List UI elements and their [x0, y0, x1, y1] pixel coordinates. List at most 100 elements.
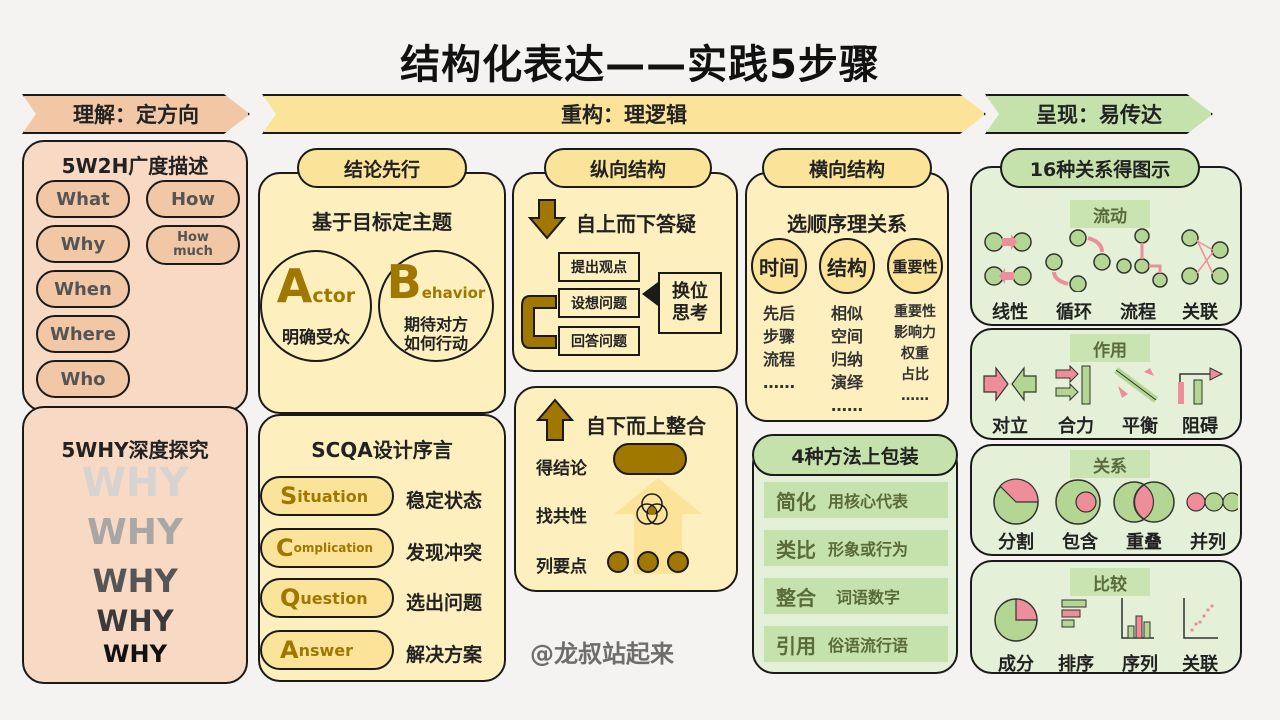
structure-item: 相似 — [830, 304, 863, 323]
scqa-question: Question — [260, 578, 394, 618]
association-label-1: 关联 — [1182, 302, 1218, 323]
w5h2-how-much: How much — [146, 225, 240, 265]
scqa-panel: SCQA设计序言 Situation 稳定状态 Complication 发现冲… — [258, 414, 506, 682]
scqa-situation-desc: 稳定状态 — [406, 490, 483, 512]
scqa-c-initial: C — [276, 534, 294, 562]
package-key: 引用 — [776, 633, 816, 658]
linear-label: 线性 — [992, 302, 1028, 323]
packaging-title: 4种方法上包装 — [752, 434, 958, 476]
resultant-force-label: 合力 — [1058, 416, 1094, 437]
behavior-desc-1: 期待对方 — [403, 314, 468, 334]
opposition-label: 对立 — [992, 416, 1028, 437]
importance-circle: 重要性 — [887, 238, 943, 294]
composition-icon — [994, 598, 1038, 642]
force-icons — [983, 364, 1224, 405]
sequence-icon — [1121, 598, 1154, 639]
scqa-q-initial: Q — [280, 584, 301, 612]
conclusion-panel: 基于目标定主题 Actor 明确受众 Behavior 期待对方 如何行动 — [258, 172, 506, 414]
scqa-c-rest: omplication — [293, 541, 374, 555]
parallel-icon — [1186, 492, 1238, 512]
conclusion-title-tab: 结论先行 — [297, 148, 467, 188]
linear-icon — [984, 232, 1032, 286]
relation-group-panel: 关系 分割 包含 重叠 并列 — [970, 444, 1242, 556]
scqa-a-rest: nswer — [298, 640, 354, 660]
w5h2-who: Who — [36, 360, 130, 398]
scqa-situation: Situation — [260, 476, 394, 516]
force-group-panel: 作用 对立 合力 平衡 阻碍 — [970, 328, 1242, 440]
integration-diagram-icon — [607, 443, 702, 574]
obstacle-label: 阻碍 — [1182, 416, 1218, 437]
w5h2-when: When — [36, 270, 130, 308]
contain-icon — [1055, 479, 1101, 525]
parallel-label: 并列 — [1190, 532, 1226, 553]
scqa-answer-desc: 解决方案 — [406, 644, 483, 666]
w5h2-title: 5W2H广度描述 — [61, 154, 209, 178]
relation-icons — [993, 478, 1238, 525]
structure-item: 演绎 — [830, 373, 863, 392]
behavior-circle: Behavior 期待对方 如何行动 — [378, 250, 494, 362]
correlation-label: 关联 — [1182, 654, 1218, 675]
package-row-simplify: 简化 用核心代表 — [764, 482, 948, 518]
flow-group-panel: 流动 线性 循环 流程 关联 — [970, 166, 1242, 326]
balance-icon — [1113, 367, 1159, 403]
package-row-quote: 引用 俗语流行语 — [764, 626, 948, 662]
package-value: 用核心代表 — [828, 492, 909, 511]
cycle-icon — [1045, 229, 1111, 292]
why-level-1: WHY — [81, 460, 189, 506]
w5h2-where: Where — [36, 315, 130, 353]
package-key: 简化 — [776, 489, 816, 514]
scqa-s-rest: ituation — [297, 486, 369, 506]
ranking-icon — [1061, 599, 1087, 628]
opposition-icon — [983, 366, 1037, 402]
compare-group-label: 比较 — [1070, 568, 1150, 596]
why5-title: 5WHY深度探究 — [61, 438, 209, 462]
why-level-5: WHY — [103, 640, 167, 668]
time-item: 流程 — [762, 350, 795, 369]
scqa-s-initial: S — [280, 482, 298, 510]
step-present-label: 呈现：易传达 — [1036, 103, 1162, 127]
structure-item: 归纳 — [830, 350, 863, 369]
package-key: 整合 — [776, 585, 816, 610]
package-value: 形象或行为 — [828, 540, 909, 559]
package-value: 俗语流行语 — [828, 636, 909, 655]
split-icon — [993, 478, 1039, 525]
actor-circle: Actor 明确受众 — [260, 250, 372, 362]
w5h2-what: What — [36, 180, 130, 218]
author-watermark: @龙叔站起来 — [530, 640, 674, 668]
swap-thinking-box: 换位思考 — [658, 272, 722, 334]
why5-panel: 5WHY深度探究 WHY WHY WHY WHY WHY — [22, 406, 248, 684]
time-item: …… — [763, 373, 795, 392]
w5h2-panel: 5W2H广度描述 What Why When Where Who How How… — [22, 140, 248, 412]
time-list: 先后 步骤 流程 …… — [751, 302, 807, 394]
importance-list: 重要性 影响力 权重 占比 …… — [883, 302, 947, 407]
vertical-title-tab: 纵向结构 — [544, 148, 712, 188]
relation-group-label: 关系 — [1070, 450, 1150, 478]
sequence-label: 序列 — [1122, 654, 1158, 675]
importance-item: …… — [901, 388, 929, 404]
scqa-title: SCQA设计序言 — [311, 438, 453, 462]
process-label: 流程 — [1120, 302, 1156, 323]
importance-item: 重要性 — [894, 304, 936, 320]
time-item: 步骤 — [762, 327, 795, 346]
relations-title: 16种关系得图示 — [1000, 148, 1200, 188]
resultant-force-icon — [1055, 364, 1091, 405]
actor-desc: 明确受众 — [282, 328, 350, 348]
step-restructure-arrow: 重构：理逻辑 — [262, 94, 986, 134]
flow-icons — [984, 228, 1229, 292]
get-conclusion-label: 得结论 — [536, 459, 587, 479]
scqa-a-initial: A — [280, 636, 299, 664]
overlap-icon — [1113, 481, 1175, 523]
process-icon — [1116, 228, 1168, 288]
why-level-4: WHY — [96, 604, 174, 638]
step-understand-label: 理解：定方向 — [73, 103, 199, 127]
bottom-up-label: 自下而上整合 — [586, 414, 706, 438]
why-level-3: WHY — [92, 562, 178, 600]
split-label: 分割 — [998, 532, 1034, 553]
overlap-label: 重叠 — [1126, 532, 1162, 553]
structure-circle: 结构 — [819, 238, 875, 294]
time-circle: 时间 — [751, 238, 807, 294]
top-down-panel: 自上而下答疑 提出观点 设想问题 回答问题 换位思考 — [512, 172, 738, 372]
structure-list: 相似 空间 归纳 演绎 …… — [819, 302, 875, 417]
composition-label: 成分 — [998, 654, 1034, 675]
w5h2-why: Why — [36, 225, 130, 263]
